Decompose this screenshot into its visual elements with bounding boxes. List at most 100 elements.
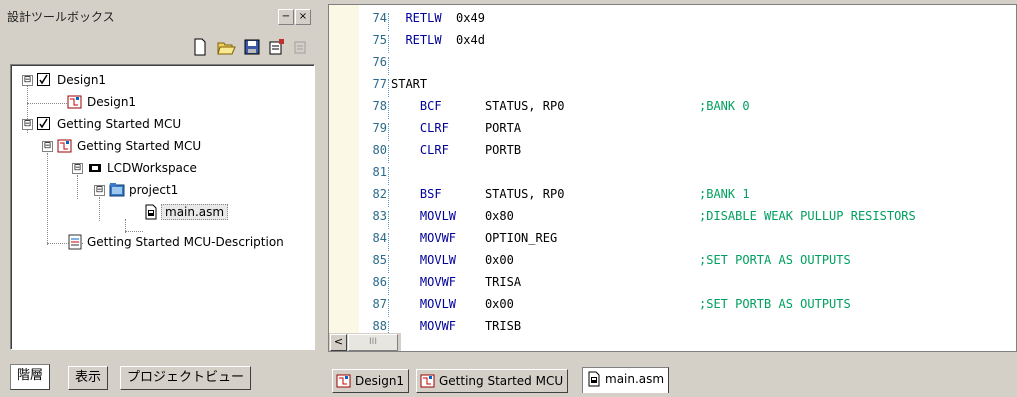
- line-separator: [388, 255, 389, 273]
- line-separator: [388, 101, 389, 119]
- tree-item-project1[interactable]: ⊟ project1: [11, 181, 311, 201]
- code-text: MOVWF OPTION_REG: [419, 231, 558, 245]
- design-icon: [67, 95, 82, 109]
- tree-item-label: Getting Started MCU: [57, 117, 182, 131]
- collapse-icon[interactable]: ⊟: [72, 163, 83, 174]
- horizontal-scrollbar[interactable]: < III: [329, 333, 401, 351]
- tree-item-lcdworkspace[interactable]: ⊟ LCDWorkspace: [11, 159, 311, 179]
- tree-item-label: Getting Started MCU-Description: [87, 235, 284, 249]
- tree-item-design1[interactable]: ⊟ Design1: [11, 71, 311, 91]
- tree-item-getting-started-design[interactable]: ⊟ Getting Started MCU: [11, 137, 311, 157]
- properties-icon[interactable]: [266, 37, 286, 57]
- tab-hierarchy[interactable]: 階層: [10, 364, 51, 390]
- collapse-icon[interactable]: ⊟: [42, 141, 53, 152]
- panel-titlebar: 設計ツールボックス − ×: [5, 6, 311, 30]
- line-separator: [388, 233, 389, 251]
- line-separator: [388, 35, 389, 53]
- asm-file-icon: [588, 371, 600, 387]
- code-text: MOVLW 0x80: [419, 209, 514, 223]
- line-number: 87: [372, 297, 387, 311]
- tree-item-label: main.asm: [161, 204, 229, 220]
- code-text: CLRF PORTB: [419, 143, 522, 157]
- tree-item-label: Design1: [57, 73, 107, 87]
- line-number: 82: [372, 187, 387, 201]
- scroll-left-icon[interactable]: <: [330, 334, 347, 351]
- line-separator: [388, 13, 389, 31]
- new-file-icon[interactable]: [190, 37, 210, 57]
- scroll-thumb[interactable]: III: [348, 334, 398, 351]
- line-number: 76: [372, 55, 387, 69]
- line-separator: [388, 167, 389, 185]
- line-number: 84: [372, 231, 387, 245]
- tab-display[interactable]: 表示: [68, 366, 109, 390]
- tab-label: Design1: [355, 374, 405, 388]
- line-number: 74: [372, 11, 387, 25]
- tree-item-label: Design1: [87, 95, 137, 109]
- close-button[interactable]: ×: [295, 9, 311, 25]
- code-comment: ;BANK 0: [699, 99, 750, 113]
- code-text: MOVWF TRISA: [419, 275, 522, 289]
- tab-label: main.asm: [605, 372, 665, 386]
- tab-project-view[interactable]: プロジェクトビュー: [120, 366, 252, 390]
- code-editor[interactable]: 74 RETLW 0x49 75 RETLW 0x4d 76 77 START 78 BC…: [328, 4, 1017, 352]
- code-comment: ;DISABLE WEAK PULLUP RESISTORS: [699, 209, 916, 223]
- design-tree[interactable]: ⊟ Design1 Design1 ⊟ Getting Started MCU …: [10, 64, 315, 350]
- tab-label: Getting Started MCU: [439, 374, 564, 388]
- tree-item-design1-design[interactable]: Design1: [11, 93, 311, 113]
- editor-gutter: [329, 5, 359, 351]
- minimize-button[interactable]: −: [278, 9, 294, 25]
- asm-file-icon: [145, 204, 157, 220]
- line-number: 80: [372, 143, 387, 157]
- code-text: RETLW 0x4d: [405, 33, 485, 47]
- line-separator: [388, 57, 389, 75]
- code-text: START: [391, 77, 428, 91]
- checkbox-icon: [37, 117, 50, 130]
- code-text: BSF STATUS, RP0: [419, 187, 565, 201]
- code-comment: ;SET PORTA AS OUTPUTS: [699, 253, 851, 267]
- line-separator: [388, 123, 389, 141]
- line-number: 83: [372, 209, 387, 223]
- panel-title: 設計ツールボックス: [7, 10, 115, 24]
- design-icon: [336, 374, 351, 388]
- project-icon: [109, 183, 125, 197]
- code-text: CLRF PORTA: [419, 121, 522, 135]
- tab-main-asm[interactable]: main.asm: [582, 367, 670, 393]
- tree-item-main-asm[interactable]: main.asm: [11, 203, 311, 223]
- view-tabs: 階層 表示 プロジェクトビュー: [10, 364, 310, 390]
- code-text: BCF STATUS, RP0: [419, 99, 565, 113]
- line-number: 77: [372, 77, 387, 91]
- tree-item-label: Getting Started MCU: [77, 139, 202, 153]
- line-number: 88: [372, 319, 387, 333]
- tree-item-label: project1: [129, 183, 179, 197]
- line-number: 81: [372, 165, 387, 179]
- tab-design1[interactable]: Design1: [332, 369, 410, 393]
- document-icon: [68, 234, 82, 250]
- collapse-icon[interactable]: ⊟: [22, 119, 33, 130]
- tree-item-getting-started[interactable]: ⊟ Getting Started MCU: [11, 115, 311, 135]
- code-comment: ;SET PORTB AS OUTPUTS: [699, 297, 851, 311]
- line-separator: [388, 277, 389, 295]
- code-text: MOVLW 0x00: [419, 253, 514, 267]
- line-number: 85: [372, 253, 387, 267]
- code-text: MOVLW 0x00: [419, 297, 514, 311]
- save-icon[interactable]: [242, 37, 262, 57]
- line-separator: [388, 211, 389, 229]
- line-separator: [388, 299, 389, 317]
- tree-item-description[interactable]: Getting Started MCU-Description: [11, 233, 311, 253]
- line-separator: [388, 189, 389, 207]
- disabled-icon: [294, 41, 306, 54]
- design-icon: [57, 139, 72, 153]
- collapse-icon[interactable]: ⊟: [94, 185, 105, 196]
- line-separator: [388, 79, 389, 97]
- code-text: RETLW 0x49: [405, 11, 485, 25]
- workspace-icon: [89, 164, 101, 172]
- open-folder-icon[interactable]: [216, 37, 236, 57]
- line-number: 78: [372, 99, 387, 113]
- code-comment: ;BANK 1: [699, 187, 750, 201]
- design-icon: [420, 374, 435, 388]
- design-toolbox-panel: 設計ツールボックス − × ⊟ Design1 Design1 ⊟ Gettin…: [0, 0, 322, 397]
- tab-getting-started-mcu[interactable]: Getting Started MCU: [416, 369, 569, 393]
- collapse-icon[interactable]: ⊟: [22, 75, 33, 86]
- line-separator: [388, 145, 389, 163]
- tree-item-label: LCDWorkspace: [107, 161, 197, 175]
